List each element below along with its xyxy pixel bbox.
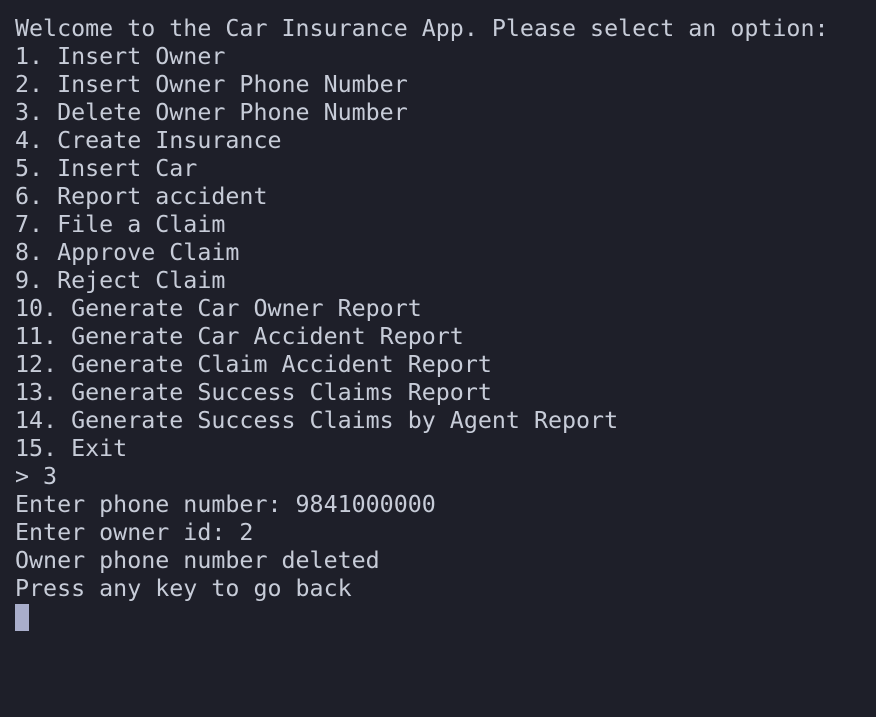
block-cursor[interactable] [15,604,29,631]
menu-item-exit: 15. Exit [15,435,128,462]
menu-item-success-claims-report: 13. Generate Success Claims Report [15,379,492,406]
menu-item-approve-claim: 8. Approve Claim [15,239,240,266]
menu-item-create-insurance: 4. Create Insurance [15,127,282,154]
menu-item-delete-owner-phone: 3. Delete Owner Phone Number [15,99,408,126]
menu-item-claim-accident-report: 12. Generate Claim Accident Report [15,351,492,378]
menu-item-insert-car: 5. Insert Car [15,155,198,182]
phone-number-prompt: Enter phone number: 9841000000 [15,491,436,518]
menu-item-reject-claim: 9. Reject Claim [15,267,226,294]
menu-item-insert-owner-phone: 2. Insert Owner Phone Number [15,71,408,98]
user-input-line: > 3 [15,463,58,490]
menu-item-car-owner-report: 10. Generate Car Owner Report [15,295,422,322]
owner-id-prompt: Enter owner id: 2 [15,519,254,546]
menu-item-file-claim: 7. File a Claim [15,211,226,238]
input-prompt-line[interactable] [15,603,876,631]
back-prompt: Press any key to go back [15,575,352,602]
result-message: Owner phone number deleted [15,547,380,574]
menu-item-success-claims-agent-report: 14. Generate Success Claims by Agent Rep… [15,407,619,434]
terminal-window[interactable]: Welcome to the Car Insurance App. Please… [0,0,876,717]
welcome-message: Welcome to the Car Insurance App. Please… [15,15,829,42]
menu-list: 1. Insert Owner 2. Insert Owner Phone Nu… [15,43,876,463]
menu-item-report-accident: 6. Report accident [15,183,268,210]
menu-item-car-accident-report: 11. Generate Car Accident Report [15,323,464,350]
menu-item-insert-owner: 1. Insert Owner [15,43,226,70]
